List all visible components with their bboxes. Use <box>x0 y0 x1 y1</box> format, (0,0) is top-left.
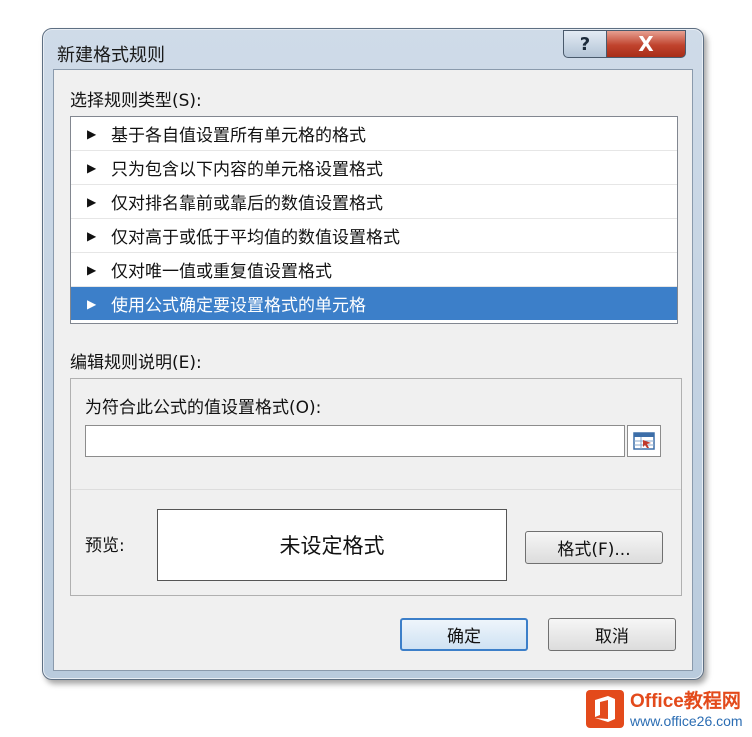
rule-type-item-label: 基于各自值设置所有单元格的格式 <box>111 126 366 146</box>
edit-rule-description-label: 编辑规则说明(E): <box>70 353 202 373</box>
triangle-right-icon: ▶ <box>87 160 97 175</box>
help-icon: ? <box>579 33 591 55</box>
rule-type-item-label: 仅对排名靠前或靠后的数值设置格式 <box>111 194 383 214</box>
range-select-icon <box>633 432 655 450</box>
rule-type-label: 选择规则类型(S): <box>70 91 202 111</box>
ok-button[interactable]: 确定 <box>400 618 528 651</box>
rule-type-item[interactable]: ▶ 仅对排名靠前或靠后的数值设置格式 <box>71 185 677 219</box>
rule-type-item[interactable]: ▶ 基于各自值设置所有单元格的格式 <box>71 117 677 151</box>
office-logo-icon <box>586 690 624 728</box>
watermark: Office教程网 www.office26.com <box>586 686 752 737</box>
watermark-site-name: Office教程网 <box>630 691 741 712</box>
rule-type-item[interactable]: ▶ 仅对唯一值或重复值设置格式 <box>71 253 677 287</box>
rule-type-list[interactable]: ▶ 基于各自值设置所有单元格的格式 ▶ 只为包含以下内容的单元格设置格式 ▶ 仅… <box>70 116 678 324</box>
triangle-right-icon: ▶ <box>87 126 97 141</box>
rule-type-item-label: 仅对唯一值或重复值设置格式 <box>111 262 332 282</box>
rule-type-item[interactable]: ▶ 只为包含以下内容的单元格设置格式 <box>71 151 677 185</box>
office-logo-shape <box>595 696 615 722</box>
panel-separator <box>71 489 681 490</box>
formula-label: 为符合此公式的值设置格式(O): <box>85 398 322 418</box>
rule-type-item-label: 只为包含以下内容的单元格设置格式 <box>111 160 383 180</box>
dialog-title: 新建格式规则 <box>57 45 165 66</box>
rule-description-panel: 为符合此公式的值设置格式(O): 预览: 未设定格式 格式(F)... <box>70 378 682 596</box>
dialog-client-area: 选择规则类型(S): ▶ 基于各自值设置所有单元格的格式 ▶ 只为包含以下内容的… <box>53 69 693 671</box>
rule-type-item-label: 使用公式确定要设置格式的单元格 <box>111 296 366 316</box>
watermark-url: www.office26.com <box>630 713 743 729</box>
rule-type-item[interactable]: ▶ 仅对高于或低于平均值的数值设置格式 <box>71 219 677 253</box>
triangle-right-icon: ▶ <box>87 296 97 311</box>
new-format-rule-dialog: 新建格式规则 ? X 选择规则类型(S): ▶ 基于各自值设置所有单元格的格式 … <box>42 28 704 680</box>
formula-input[interactable] <box>85 425 625 457</box>
triangle-right-icon: ▶ <box>87 262 97 277</box>
triangle-right-icon: ▶ <box>87 228 97 243</box>
triangle-right-icon: ▶ <box>87 194 97 209</box>
cancel-button[interactable]: 取消 <box>548 618 676 651</box>
format-button[interactable]: 格式(F)... <box>525 531 663 564</box>
preview-label: 预览: <box>85 536 125 556</box>
rule-type-item-label: 仅对高于或低于平均值的数值设置格式 <box>111 228 400 248</box>
close-button[interactable]: X <box>606 30 686 58</box>
range-select-button[interactable] <box>627 425 661 457</box>
close-icon: X <box>638 32 654 56</box>
rule-type-item-selected[interactable]: ▶ 使用公式确定要设置格式的单元格 <box>71 287 677 320</box>
help-button[interactable]: ? <box>563 30 607 58</box>
format-preview: 未设定格式 <box>157 509 507 581</box>
